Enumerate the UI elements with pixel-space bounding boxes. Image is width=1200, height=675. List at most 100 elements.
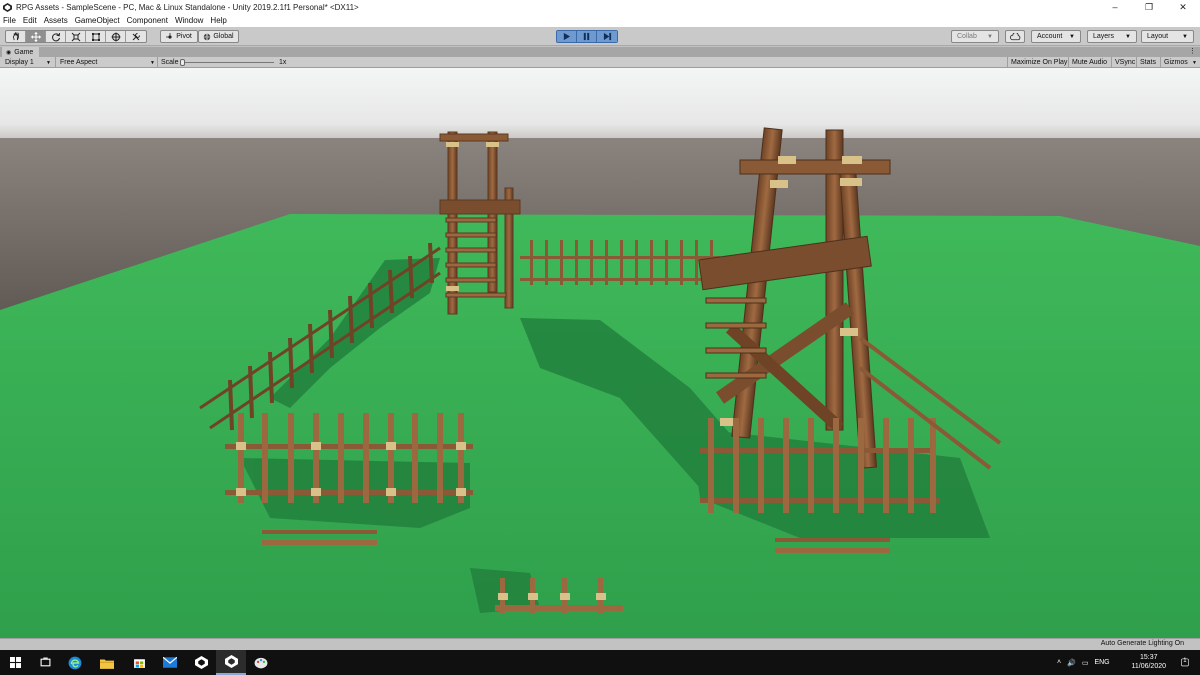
hand-tool-button[interactable] — [6, 31, 26, 42]
aspect-dropdown[interactable]: Free Aspect ▼ — [55, 57, 155, 68]
mail-icon — [163, 657, 177, 668]
speaker-icon[interactable]: 🔊 — [1067, 659, 1076, 667]
unity-editor-button[interactable] — [216, 650, 246, 675]
caret-down-icon: ▼ — [987, 33, 993, 40]
display-dropdown[interactable]: Display 1 ▼ — [5, 57, 51, 68]
chevron-up-icon[interactable]: ˄ — [1057, 659, 1061, 666]
account-label: Account — [1037, 33, 1063, 40]
account-dropdown[interactable]: Account ▼ — [1031, 30, 1081, 43]
paint-button[interactable] — [246, 650, 276, 675]
title-bar: RPG Assets - SampleScene - PC, Mac & Lin… — [0, 0, 1200, 14]
menu-edit[interactable]: Edit — [23, 16, 37, 25]
caret-down-icon: ▼ — [1182, 33, 1188, 40]
scale-value: 1x — [279, 59, 287, 66]
scale-tool-button[interactable] — [66, 31, 86, 42]
menu-help[interactable]: Help — [210, 16, 226, 25]
transform-tools — [5, 30, 147, 43]
maximize-on-play-toggle[interactable]: Maximize On Play — [1007, 57, 1070, 68]
move-icon — [30, 31, 41, 42]
game-view-controls: Display 1 ▼ Free Aspect ▼ Scale 1x Maxim… — [0, 57, 1200, 68]
pivot-toggle[interactable]: Pivot — [160, 30, 198, 43]
caret-down-icon: ▼ — [150, 59, 155, 66]
game-tab-bar: ◉ Game ⋮ — [0, 47, 1200, 57]
clock-time: 15:37 — [1139, 654, 1158, 661]
window-title: RPG Assets - SampleScene - PC, Mac & Lin… — [16, 2, 359, 12]
gizmos-dropdown[interactable]: Gizmos ▼ — [1160, 57, 1200, 68]
collab-dropdown[interactable]: Collab ▼ — [951, 30, 999, 43]
system-tray: ˄ 🔊 ▭ ENG — [1057, 650, 1110, 675]
stats-toggle[interactable]: Stats — [1136, 57, 1159, 68]
file-explorer-button[interactable] — [92, 650, 122, 675]
caret-down-icon: ▼ — [1192, 59, 1197, 66]
step-icon — [603, 32, 611, 41]
camera-icon: ◉ — [6, 49, 12, 56]
edge-button[interactable] — [60, 650, 90, 675]
rect-icon — [91, 32, 100, 41]
rotate-tool-button[interactable] — [46, 31, 66, 42]
maximize-button[interactable]: ❐ — [1132, 0, 1166, 14]
unity-hub-icon — [194, 656, 208, 669]
scale-slider-track[interactable] — [182, 62, 274, 63]
vsync-toggle[interactable]: VSync — [1111, 57, 1138, 68]
menu-file[interactable]: File — [3, 16, 16, 25]
layout-dropdown[interactable]: Layout ▼ — [1141, 30, 1194, 43]
windows-taskbar: ˄ 🔊 ▭ ENG 15:37 11/06/2020 ▢ 1 — [0, 650, 1200, 675]
transform-icon — [111, 32, 120, 41]
layers-dropdown[interactable]: Layers ▼ — [1087, 30, 1137, 43]
close-button[interactable]: ✕ — [1166, 0, 1200, 14]
task-view-button[interactable] — [30, 650, 60, 675]
caret-down-icon: ▼ — [1069, 33, 1075, 40]
clock[interactable]: 15:37 11/06/2020 — [1131, 653, 1166, 671]
tab-game-label: Game — [14, 48, 34, 56]
collab-label: Collab — [957, 33, 977, 40]
rect-tool-button[interactable] — [86, 31, 106, 42]
layers-label: Layers — [1093, 33, 1115, 40]
cloud-button[interactable] — [1005, 30, 1025, 43]
aspect-label: Free Aspect — [60, 59, 98, 66]
status-bar: Auto Generate Lighting On — [0, 638, 1200, 649]
unity-logo-icon — [3, 2, 12, 12]
display-label: Display 1 — [5, 59, 34, 66]
mute-audio-toggle[interactable]: Mute Audio — [1068, 57, 1110, 68]
menu-gameobject[interactable]: GameObject — [75, 16, 120, 25]
play-button[interactable] — [557, 31, 577, 42]
notification-button[interactable]: ▢ 1 — [1176, 650, 1194, 675]
menu-bar: File Edit Assets GameObject Component Wi… — [0, 14, 1200, 27]
pause-button[interactable] — [577, 31, 597, 42]
pivot-label: Pivot — [176, 33, 192, 40]
pause-icon — [583, 32, 590, 41]
language-indicator[interactable]: ENG — [1094, 659, 1109, 666]
layout-label: Layout — [1147, 33, 1169, 40]
sky — [0, 68, 1200, 148]
main-toolbar: Pivot Global Collab ▼ Account ▼ Layers ▼… — [0, 27, 1200, 46]
transform-tool-button[interactable] — [106, 31, 126, 42]
clock-date: 11/06/2020 — [1131, 663, 1166, 670]
move-tool-button[interactable] — [26, 31, 46, 42]
menu-window[interactable]: Window — [175, 16, 203, 25]
wrench-icon — [132, 32, 140, 40]
menu-assets[interactable]: Assets — [44, 16, 68, 25]
mail-button[interactable] — [155, 650, 185, 675]
step-button[interactable] — [597, 31, 617, 42]
store-icon — [133, 659, 145, 668]
pivot-icon — [166, 32, 172, 39]
custom-tool-button[interactable] — [126, 31, 146, 42]
paint-icon — [254, 657, 268, 669]
cloud-icon — [1009, 32, 1020, 40]
start-button[interactable] — [0, 650, 30, 675]
game-viewport[interactable] — [0, 68, 1200, 638]
network-icon[interactable]: ▭ — [1082, 659, 1089, 667]
store-button[interactable] — [124, 650, 154, 675]
unity-hub-button[interactable] — [186, 650, 216, 675]
tab-game[interactable]: ◉ Game — [2, 47, 40, 57]
menu-component[interactable]: Component — [127, 16, 168, 25]
global-toggle[interactable]: Global — [198, 30, 239, 43]
notification-icon: ▢ 1 — [1180, 657, 1190, 668]
rotate-icon — [51, 32, 60, 41]
scene-render — [0, 68, 1200, 638]
minimize-button[interactable]: – — [1098, 0, 1132, 14]
folder-icon — [100, 659, 114, 669]
green-ground-plane — [0, 214, 1200, 638]
tab-menu-icon[interactable]: ⋮ — [1189, 47, 1196, 55]
scale-slider-thumb[interactable] — [180, 59, 185, 66]
